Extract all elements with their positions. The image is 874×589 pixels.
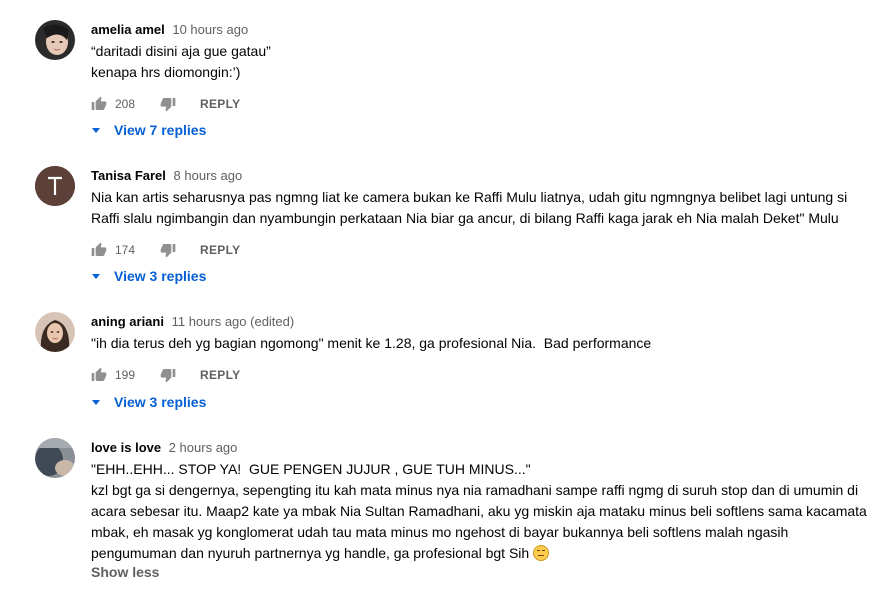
reply-button[interactable]: REPLY [200, 243, 240, 257]
comment-body: Tanisa Farel 8 hours ago Nia kan artis s… [91, 166, 871, 284]
view-replies-button[interactable]: View 3 replies [91, 266, 206, 286]
view-replies-button[interactable]: View 3 replies [91, 392, 206, 412]
thumbs-down-icon[interactable] [160, 96, 176, 112]
comment-text-content: "EHH..EHH... STOP YA! GUE PENGEN JUJUR ,… [91, 461, 867, 561]
thumbs-up-icon[interactable] [91, 96, 107, 112]
comment-text: "EHH..EHH... STOP YA! GUE PENGEN JUJUR ,… [91, 459, 871, 564]
comment-time[interactable]: 10 hours ago [172, 22, 248, 37]
comment-time[interactable]: 8 hours ago [174, 168, 243, 183]
comment-time[interactable]: 11 hours ago (edited) [172, 314, 295, 329]
avatar[interactable] [35, 438, 75, 478]
comment-header: love is love 2 hours ago [91, 438, 871, 458]
reply-button[interactable]: REPLY [200, 97, 240, 111]
comment-body: love is love 2 hours ago "EHH..EHH... ST… [91, 438, 871, 580]
thumbs-down-icon[interactable] [160, 242, 176, 258]
author-name[interactable]: love is love [91, 440, 161, 455]
view-replies-label: View 7 replies [114, 122, 207, 138]
view-replies-button[interactable]: View 7 replies [91, 120, 206, 140]
like-count: 174 [115, 243, 136, 257]
reply-button[interactable]: REPLY [200, 368, 240, 382]
comment-actions: 208 REPLY [91, 92, 240, 116]
expressionless-face-icon [533, 545, 550, 561]
comment-body: amelia amel 10 hours ago “daritadi disin… [91, 20, 871, 138]
comment-actions: 174 REPLY [91, 238, 240, 262]
comment-text: “daritadi disini aja gue gatau” kenapa h… [91, 43, 271, 80]
caret-down-icon [92, 273, 100, 279]
view-replies-label: View 3 replies [114, 394, 207, 410]
caret-down-icon [92, 127, 100, 133]
comment-header: Tanisa Farel 8 hours ago [91, 166, 871, 186]
avatar[interactable] [35, 166, 75, 206]
comment-body: aning ariani 11 hours ago (edited) "ih d… [91, 312, 871, 410]
avatar[interactable] [35, 312, 75, 352]
thumbs-up-icon[interactable] [91, 242, 107, 258]
author-name[interactable]: aning ariani [91, 314, 164, 329]
like-count: 208 [115, 97, 136, 111]
comment-header: aning ariani 11 hours ago (edited) [91, 312, 871, 332]
author-name[interactable]: amelia amel [91, 22, 165, 37]
comment-text: "ih dia terus deh yg bagian ngomong" men… [91, 335, 652, 351]
author-name[interactable]: Tanisa Farel [91, 168, 166, 183]
comment-time[interactable]: 2 hours ago [169, 440, 238, 455]
show-less-button[interactable]: Show less [91, 564, 159, 580]
comment-header: amelia amel 10 hours ago [91, 20, 871, 40]
view-replies-label: View 3 replies [114, 268, 207, 284]
avatar[interactable] [35, 20, 75, 60]
comment-text: Nia kan artis seharusnya pas ngmng liat … [91, 189, 852, 226]
thumbs-down-icon[interactable] [160, 367, 176, 383]
comment-actions: 199 REPLY [91, 363, 240, 387]
caret-down-icon [92, 399, 100, 405]
like-count: 199 [115, 368, 136, 382]
thumbs-up-icon[interactable] [91, 367, 107, 383]
